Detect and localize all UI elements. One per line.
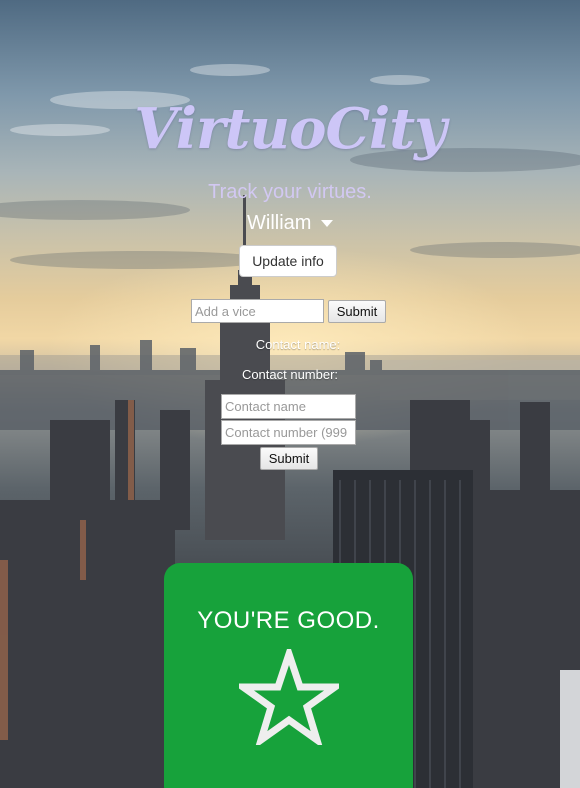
star-outline-icon: [239, 649, 339, 745]
app-logo: VirtuoCity: [134, 96, 446, 162]
add-vice-input[interactable]: [191, 299, 324, 323]
contact-submit-button[interactable]: Submit: [260, 447, 318, 470]
vice-submit-button[interactable]: Submit: [328, 300, 386, 323]
app-tagline: Track your virtues.: [208, 181, 372, 203]
user-dropdown-label: William: [247, 212, 312, 234]
user-dropdown[interactable]: William: [0, 212, 580, 235]
contact-number-label: Contact number:: [241, 367, 339, 382]
status-text: YOU'RE GOOD.: [197, 607, 380, 634]
contact-name-input[interactable]: [221, 394, 356, 419]
contact-name-label: Contact name:: [255, 337, 341, 352]
caret-down-icon: [321, 220, 333, 228]
contact-number-input[interactable]: [221, 420, 356, 445]
update-info-button[interactable]: Update info: [239, 245, 337, 277]
status-card: YOU'RE GOOD.: [164, 563, 413, 788]
